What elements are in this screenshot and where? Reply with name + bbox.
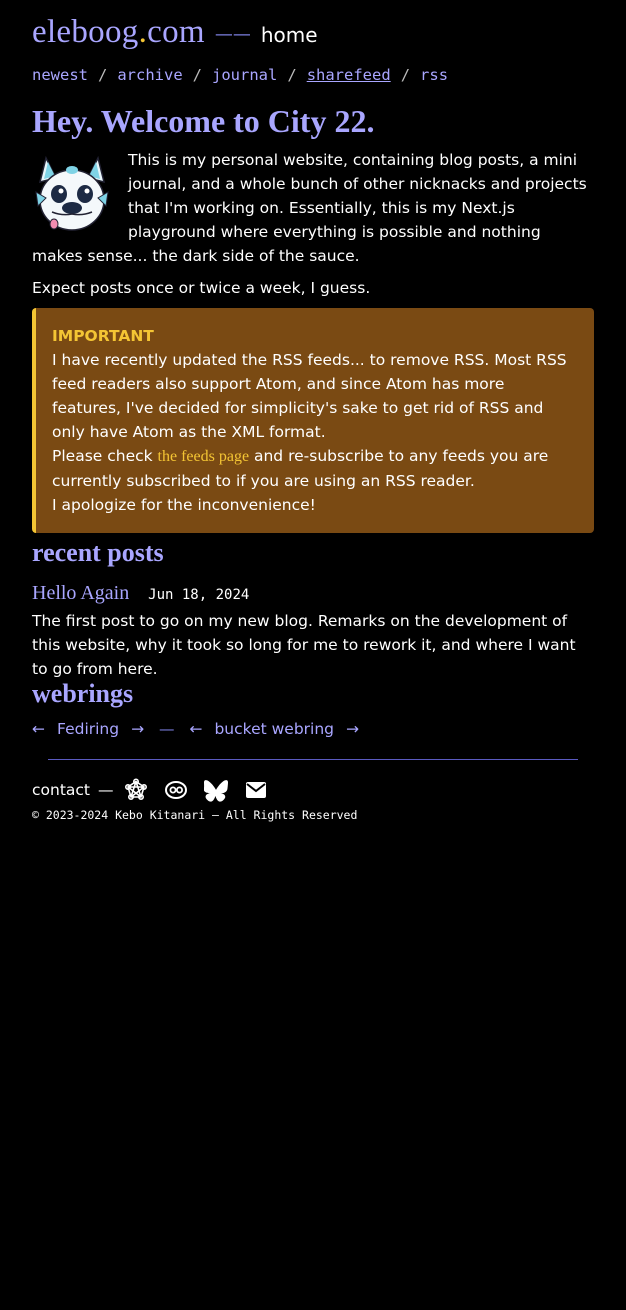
contact-dash: — bbox=[98, 781, 114, 799]
nav-newest[interactable]: newest bbox=[32, 66, 88, 84]
intro-section: This is my personal website, containing … bbox=[32, 148, 594, 308]
fediring-next-link[interactable]: → bbox=[131, 720, 144, 738]
callout-apology: I apologize for the inconvenience! bbox=[52, 496, 316, 514]
callout-body: I have recently updated the RSS feeds...… bbox=[52, 351, 567, 441]
recent-posts-heading: recent posts bbox=[32, 538, 164, 567]
email-icon[interactable] bbox=[244, 778, 268, 802]
footer-divider bbox=[48, 759, 578, 760]
nav-separator: / bbox=[287, 66, 297, 84]
post-date: Jun 18, 2024 bbox=[148, 587, 250, 603]
webrings-list: ← Fediring → — ← bucket webring → bbox=[32, 720, 359, 738]
nav-separator: / bbox=[400, 66, 411, 84]
site-name-main: eleboog bbox=[32, 14, 139, 50]
top-nav: newest / archive / journal / sharefeed / rss bbox=[32, 66, 448, 84]
mascot-avatar bbox=[35, 155, 109, 231]
home-link[interactable]: home bbox=[261, 23, 318, 47]
header-separator: —— bbox=[214, 24, 251, 45]
bucket-webring-prev-link[interactable]: ← bbox=[189, 720, 202, 738]
fediring-link[interactable]: Fediring bbox=[57, 720, 119, 738]
post-title-link[interactable]: Hello Again bbox=[32, 582, 129, 604]
nav-archive[interactable]: archive bbox=[117, 66, 182, 84]
nav-separator: / bbox=[98, 66, 108, 84]
bluesky-icon[interactable] bbox=[203, 778, 228, 802]
contact-bar: contact — bbox=[32, 778, 284, 802]
site-name-link[interactable]: eleboog.com bbox=[32, 14, 205, 51]
callout-text: Please check bbox=[52, 447, 158, 465]
fediverse-icon[interactable] bbox=[124, 778, 148, 802]
callout-title: IMPORTANT bbox=[52, 327, 154, 345]
webring-separator: — bbox=[159, 720, 175, 738]
bucket-webring-next-link[interactable]: → bbox=[346, 720, 359, 738]
nav-sharefeed[interactable]: sharefeed bbox=[307, 66, 391, 84]
fediring-prev-link[interactable]: ← bbox=[32, 720, 45, 738]
webrings-heading: webrings bbox=[32, 679, 134, 708]
nav-journal[interactable]: journal bbox=[212, 66, 277, 84]
callout-body-2: Please check the feeds page and re-subsc… bbox=[52, 444, 578, 493]
nav-rss[interactable]: rss bbox=[420, 66, 448, 84]
cohost-icon[interactable] bbox=[164, 778, 188, 802]
copyright-text: © 2023-2024 Kebo Kitanari — All Rights R… bbox=[32, 808, 358, 822]
post-description: The first post to go on my new blog. Rem… bbox=[32, 612, 576, 678]
post-header: Hello Again Jun 18, 2024 bbox=[32, 582, 594, 605]
page-title: Hey. Welcome to City 22. bbox=[32, 103, 375, 139]
contact-label: contact bbox=[32, 781, 91, 799]
post-item: Hello Again Jun 18, 2024 The first post … bbox=[32, 582, 594, 681]
important-callout: IMPORTANT I have recently updated the RS… bbox=[32, 308, 594, 533]
feeds-page-link[interactable]: the feeds page bbox=[158, 448, 250, 465]
site-name-dot: . bbox=[138, 14, 148, 50]
bucket-webring-link[interactable]: bucket webring bbox=[214, 720, 334, 738]
intro-paragraph: This is my personal website, containing … bbox=[32, 151, 587, 265]
site-name-tld: com bbox=[147, 14, 205, 50]
intro-paragraph-2: Expect posts once or twice a week, I gue… bbox=[32, 279, 371, 297]
nav-separator: / bbox=[192, 66, 203, 84]
site-header: eleboog.com —— home bbox=[32, 14, 318, 51]
